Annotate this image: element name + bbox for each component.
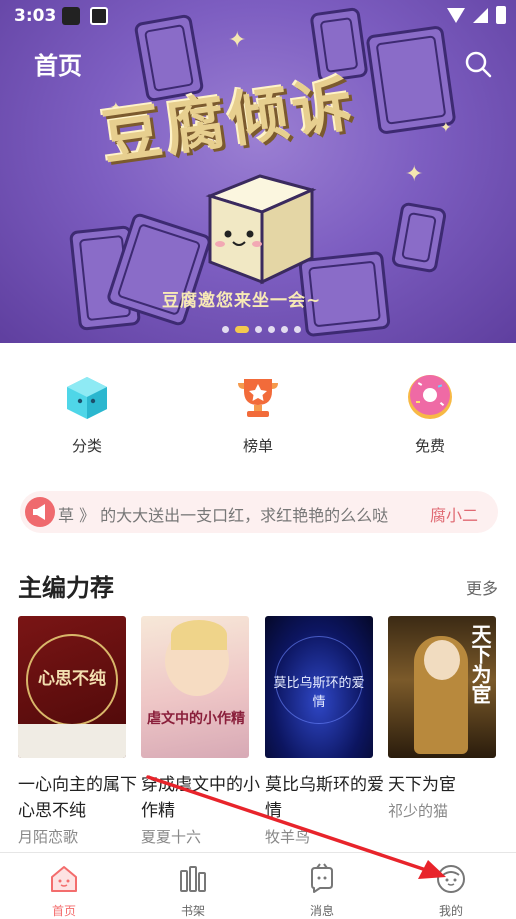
cover-footer [18, 724, 126, 758]
signal-icon [473, 7, 488, 23]
battery-icon [496, 6, 506, 24]
book-card[interactable]: 虐文中的小作精 穿成虐文中的小作精 夏夏十六 [141, 616, 260, 847]
announcement-sender: 腐小二 [429, 506, 478, 525]
sparkle-icon: ✦ [440, 120, 452, 136]
book-card[interactable]: 天下为宦 天下为宦 祁少的猫 [388, 616, 498, 821]
category-label: 榜单 [242, 437, 273, 455]
notification-icon [90, 7, 108, 25]
category-label: 分类 [71, 437, 102, 455]
tarot-card-right-bottom [390, 201, 448, 274]
megaphone-icon [25, 497, 55, 527]
cover-title: 虐文中的小作精 [147, 711, 245, 727]
status-bar: 3:03 [0, 0, 516, 32]
home-icon [51, 866, 77, 892]
nav-bookshelf[interactable]: 书架 [153, 863, 233, 919]
book-author: 月陌恋歌 [18, 828, 79, 846]
category-row: 分类 榜单 免费 [0, 373, 516, 473]
search-icon[interactable] [464, 50, 492, 78]
nav-label: 我的 [438, 904, 463, 918]
nav-messages[interactable]: 消息 [282, 863, 362, 919]
book-card[interactable]: 莫比乌斯环的爱情 莫比乌斯环的爱情 牧羊鸟 [265, 616, 384, 847]
promo-banner[interactable]: ✦ ✦ ✦ ✦ 3:03 首页 豆腐倾诉 豆腐邀您来坐一会~ [0, 0, 516, 343]
book-author: 牧羊鸟 [265, 828, 311, 846]
carousel-dot-active[interactable] [235, 326, 249, 333]
carousel-indicator [222, 326, 301, 333]
cube-icon [67, 377, 107, 419]
category-classify-button[interactable]: 分类 [32, 373, 142, 456]
nav-profile[interactable]: 我的 [411, 863, 491, 919]
book-author: 祁少的猫 [388, 802, 449, 820]
announcement-text: 草 》 的大大送出一支口红，求红艳艳的么么哒 [58, 506, 389, 525]
book-cover[interactable]: 虐文中的小作精 [141, 616, 249, 758]
category-label: 免费 [414, 437, 445, 455]
book-card[interactable]: 心思不纯 一心向主的属下心思不纯 月陌恋歌 [18, 616, 137, 847]
category-free-button[interactable]: 免费 [375, 373, 485, 456]
more-link[interactable]: 更多 [466, 575, 498, 599]
status-time: 3:03 [14, 6, 57, 26]
bottom-navigation: 首页 书架 消息 我的 [0, 852, 516, 919]
profile-icon [437, 865, 465, 893]
notification-icon [62, 7, 80, 25]
cover-title: 天下为宦 [468, 624, 492, 704]
nav-home[interactable]: 首页 [24, 863, 104, 919]
carousel-dot[interactable] [268, 326, 275, 333]
book-cover[interactable]: 心思不纯 [18, 616, 126, 758]
sparkle-icon: ✦ [405, 162, 424, 187]
cover-title: 莫比乌斯环的爱情 [273, 676, 365, 710]
category-ranking-button[interactable]: 榜单 [203, 373, 313, 456]
bookshelf-icon [180, 866, 206, 892]
carousel-dot[interactable] [294, 326, 301, 333]
carousel-dot[interactable] [222, 326, 229, 333]
nav-label: 消息 [309, 904, 334, 918]
carousel-dot[interactable] [255, 326, 262, 333]
donut-icon [408, 375, 452, 419]
section-title: 主编力荐 [18, 574, 114, 602]
book-title: 莫比乌斯环的爱情 [265, 775, 384, 821]
cover-title: 心思不纯 [38, 669, 106, 689]
message-icon [311, 863, 333, 893]
book-cover[interactable]: 莫比乌斯环的爱情 [265, 616, 373, 758]
cover-face [424, 640, 460, 680]
cover-hair [171, 620, 227, 650]
announcement-marquee[interactable]: 草 》 的大大送出一支口红，求红艳艳的么么哒 腐小二 [20, 491, 498, 533]
wifi-icon [447, 7, 465, 23]
tofu-mascot [205, 174, 317, 285]
book-title: 穿成虐文中的小作精 [141, 775, 260, 821]
book-title: 天下为宦 [388, 775, 456, 795]
carousel-dot[interactable] [281, 326, 288, 333]
trophy-icon [238, 379, 278, 417]
book-author: 夏夏十六 [141, 828, 202, 846]
banner-tagline: 豆腐邀您来坐一会~ [162, 291, 322, 311]
nav-label: 首页 [51, 904, 76, 918]
page-title: 首页 [34, 52, 82, 80]
book-cover[interactable]: 天下为宦 [388, 616, 496, 758]
nav-label: 书架 [180, 904, 205, 918]
book-title: 一心向主的属下心思不纯 [18, 775, 137, 821]
